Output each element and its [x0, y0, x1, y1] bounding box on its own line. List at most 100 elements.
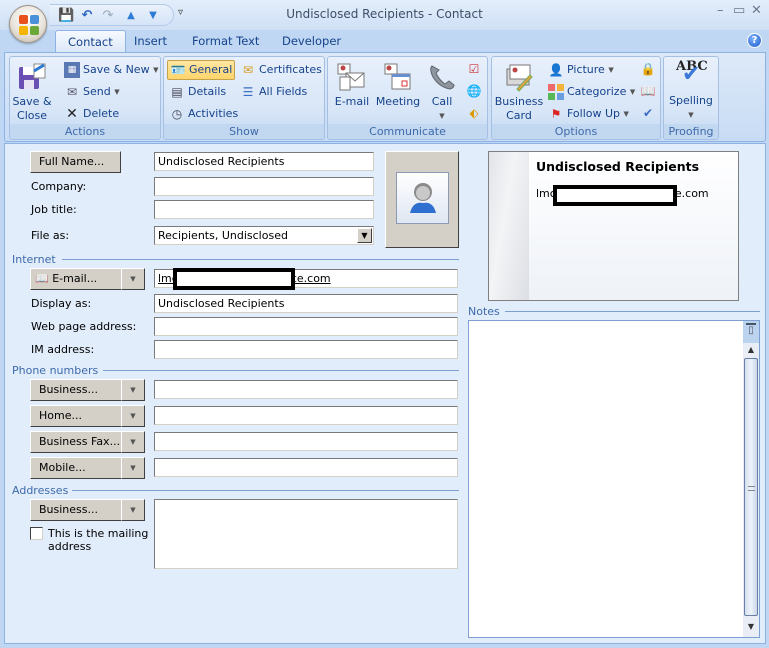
business-card-icon: [506, 64, 533, 92]
phone-fax-dropdown[interactable]: ▼: [121, 431, 145, 453]
save-icon[interactable]: 💾: [58, 8, 74, 24]
all-fields-button[interactable]: ☰ All Fields: [240, 84, 308, 100]
im-address-label: IM address:: [31, 343, 95, 356]
help-icon[interactable]: ?: [747, 33, 762, 48]
phone-fax-button[interactable]: Business Fax...: [30, 431, 122, 453]
notes-label: Notes: [468, 305, 500, 318]
person-placeholder-icon: [410, 183, 436, 213]
phone-home-dropdown[interactable]: ▼: [121, 405, 145, 427]
phone-mobile-dropdown[interactable]: ▼: [121, 457, 145, 479]
picture-icon: 👤: [548, 63, 564, 77]
tab-format-text[interactable]: Format Text: [180, 30, 271, 52]
group-options: Business Card 👤 Picture ▼ Categorize ▼ ⚑ F…: [491, 56, 661, 140]
tab-contact[interactable]: Contact: [55, 30, 126, 52]
contact-picture-button[interactable]: [385, 151, 459, 248]
im-address-input[interactable]: [154, 340, 458, 359]
group-proofing: ABC ✔ Spelling ▼ Proofing: [663, 56, 719, 140]
map-icon[interactable]: ⬖: [466, 105, 485, 121]
office-button[interactable]: [9, 5, 47, 43]
company-input[interactable]: [154, 177, 374, 196]
activities-button[interactable]: ◷ Activities: [169, 106, 238, 122]
all-fields-icon: ☰: [242, 85, 254, 99]
spelling-button[interactable]: ABC ✔ Spelling ▼: [666, 60, 716, 122]
customize-toolbar-icon[interactable]: ▿: [178, 7, 183, 18]
next-item-icon[interactable]: ▼: [145, 8, 161, 24]
address-business-button[interactable]: Business...: [30, 499, 122, 521]
categorize-button[interactable]: Categorize ▼: [548, 84, 635, 100]
phone-home-input[interactable]: [154, 406, 458, 425]
email-button[interactable]: E-mail: [332, 61, 372, 109]
business-card-button[interactable]: Business Card: [494, 61, 544, 123]
phone-mobile-input[interactable]: [154, 458, 458, 477]
mailing-address-label: This is the mailing: [48, 527, 149, 540]
quick-access-toolbar: 💾 ↶ ↷ ▲ ▼: [50, 4, 174, 26]
email-type-dropdown[interactable]: ▼: [121, 268, 145, 290]
business-card-preview[interactable]: Undisclosed Recipients lmc ce.com: [488, 151, 739, 301]
phone-icon: [430, 65, 455, 90]
save-close-button[interactable]: Save & Close: [12, 61, 52, 123]
file-as-dropdown-icon[interactable]: ▼: [357, 228, 372, 243]
full-name-button[interactable]: Full Name...: [30, 151, 121, 173]
display-as-label: Display as:: [31, 297, 92, 310]
address-textarea[interactable]: [154, 499, 458, 569]
maximize-button[interactable]: ▭: [733, 3, 745, 18]
follow-up-button[interactable]: ⚑ Follow Up ▼: [548, 106, 629, 122]
assign-task-icon[interactable]: ☑: [466, 61, 485, 77]
phone-mobile-button[interactable]: Mobile...: [30, 457, 122, 479]
phone-fax-input[interactable]: [154, 432, 458, 451]
job-title-input[interactable]: [154, 200, 374, 219]
job-title-label: Job title:: [31, 203, 77, 216]
office-logo-icon: [19, 15, 39, 35]
file-as-label: File as:: [31, 229, 70, 242]
send-button[interactable]: ✉ Send ▼: [64, 84, 120, 100]
scroll-down-icon[interactable]: ▼: [743, 619, 759, 635]
scroll-up-icon[interactable]: ▲: [743, 343, 759, 357]
group-label-show: Show: [164, 124, 324, 139]
call-dropdown-icon[interactable]: ▼: [426, 109, 458, 123]
picture-button[interactable]: 👤 Picture ▼: [548, 62, 614, 78]
address-book-icon[interactable]: 📖: [640, 83, 659, 99]
private-lock-icon[interactable]: 🔒: [640, 61, 659, 77]
notes-scrollbar[interactable]: ▯ ▲ ▼: [743, 321, 759, 637]
undo-icon[interactable]: ↶: [79, 8, 95, 24]
split-icon[interactable]: ▯: [743, 321, 759, 343]
phone-home-button[interactable]: Home...: [30, 405, 122, 427]
web-page-icon[interactable]: 🌐: [466, 83, 485, 99]
activities-icon: ◷: [171, 107, 183, 121]
phone-business-dropdown[interactable]: ▼: [121, 379, 145, 401]
tab-insert[interactable]: Insert: [122, 30, 179, 52]
certificates-button[interactable]: ✉ Certificates: [240, 62, 322, 78]
address-type-dropdown[interactable]: ▼: [121, 499, 145, 521]
group-label-actions: Actions: [10, 124, 160, 139]
display-as-input[interactable]: Undisclosed Recipients: [154, 294, 458, 313]
delete-button[interactable]: ✕ Delete: [64, 106, 119, 122]
call-button[interactable]: Call ▼: [426, 61, 458, 123]
previous-item-icon[interactable]: ▲: [123, 8, 139, 24]
details-button[interactable]: ▤ Details: [169, 84, 226, 100]
notes-textarea[interactable]: [468, 320, 760, 638]
file-as-select[interactable]: Recipients, Undisclosed: [154, 226, 374, 245]
redo-icon[interactable]: ↷: [100, 8, 116, 24]
send-icon: ✉: [66, 85, 78, 99]
ribbon: Save & Close ▦ Save & New ▼ ✉ Send ▼ ✕ Dele…: [4, 52, 766, 142]
meeting-button[interactable]: Meeting: [374, 61, 422, 109]
mailing-address-label-2: address: [48, 540, 92, 553]
addresses-section-label: Addresses: [12, 484, 69, 497]
save-new-button[interactable]: ▦ Save & New ▼: [64, 62, 158, 78]
phone-business-input[interactable]: [154, 380, 458, 399]
web-page-input[interactable]: [154, 317, 458, 336]
email-button[interactable]: 📖 E-mail...: [30, 268, 122, 290]
tab-developer[interactable]: Developer: [270, 30, 353, 52]
check-names-icon[interactable]: ✔: [640, 105, 659, 121]
minimize-button[interactable]: –: [717, 3, 724, 18]
close-button[interactable]: ✕: [751, 3, 762, 18]
group-label-proofing: Proofing: [664, 124, 718, 139]
internet-divider: [62, 259, 459, 260]
full-name-input[interactable]: Undisclosed Recipients: [154, 152, 374, 171]
group-actions: Save & Close ▦ Save & New ▼ ✉ Send ▼ ✕ Dele…: [9, 56, 161, 140]
phone-section-label: Phone numbers: [12, 364, 99, 377]
mailing-address-checkbox[interactable]: [30, 527, 43, 540]
scroll-thumb[interactable]: [744, 358, 758, 616]
general-button[interactable]: 🪪 General: [167, 60, 236, 80]
phone-business-button[interactable]: Business...: [30, 379, 122, 401]
